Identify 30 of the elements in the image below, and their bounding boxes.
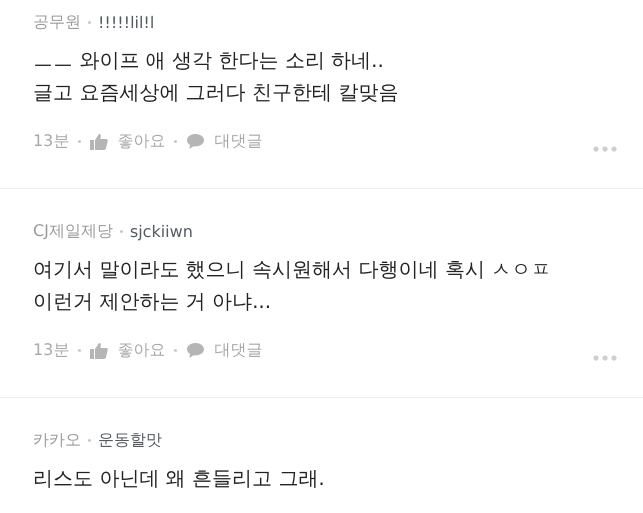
- thumbs-up-icon: [90, 132, 108, 150]
- more-options-icon[interactable]: [593, 146, 617, 152]
- separator-dot: [78, 140, 82, 142]
- like-link[interactable]: 좋아요: [117, 340, 166, 360]
- separator-dot: [174, 348, 178, 352]
- comment-time: 13분: [33, 340, 70, 360]
- comment-text: 글고 요즘세상에 그러다 친구한테 칼맞음: [33, 79, 400, 106]
- separator-dot: [88, 20, 91, 24]
- separator-dot: [120, 230, 123, 232]
- separator-dot: [78, 348, 82, 352]
- nickname: !!!!!lil!l: [98, 12, 154, 32]
- comment-text: 이런거 제안하는 거 아냐...: [33, 288, 272, 315]
- nickname: 운동할맛: [98, 430, 162, 450]
- comment-text: 여기서 말이라도 했으니 속시원해서 다행이네 혹시 ㅅㅇㅍ: [33, 256, 552, 283]
- thumbs-up-icon: [90, 342, 108, 358]
- reply-link[interactable]: 대댓글: [214, 340, 262, 360]
- nickname: sjckiiwn: [130, 222, 193, 240]
- company-name: 카카오: [33, 430, 81, 450]
- speech-bubble-icon: [186, 132, 206, 150]
- separator-dot: [88, 438, 91, 442]
- comment-text: ㅡㅡ 와이프 애 생각 한다는 소리 하네..: [33, 47, 385, 74]
- comment-text: 리스도 아닌데 왜 흔들리고 그래.: [33, 465, 326, 492]
- comment-time: 13분: [33, 130, 70, 152]
- reply-link[interactable]: 대댓글: [214, 130, 262, 152]
- like-link[interactable]: 좋아요: [117, 130, 166, 152]
- more-options-icon[interactable]: [593, 355, 617, 361]
- separator-dot: [174, 140, 178, 142]
- company-name: CJ제일제당: [33, 220, 113, 242]
- speech-bubble-icon: [186, 342, 206, 358]
- company-name: 공무원: [33, 12, 81, 32]
